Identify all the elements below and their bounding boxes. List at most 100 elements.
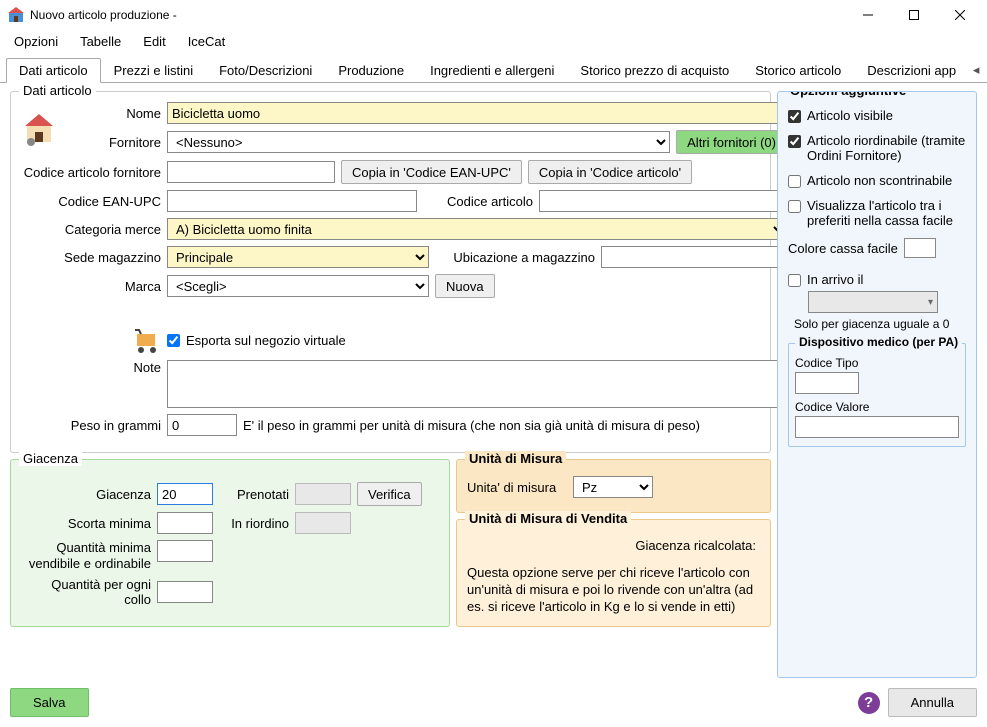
footer: Salva ? Annulla (0, 682, 987, 727)
label-preferiti: Visualizza l'articolo tra i preferiti ne… (807, 198, 966, 228)
label-codice-ean: Codice EAN-UPC (21, 194, 161, 209)
btn-nuova-marca[interactable]: Nuova (435, 274, 495, 298)
label-categoria: Categoria merce (21, 222, 161, 237)
legend-dati-articolo: Dati articolo (19, 83, 96, 98)
input-qta-collo[interactable] (157, 581, 213, 603)
input-codice-valore[interactable] (795, 416, 959, 438)
hint-peso: E' il peso in grammi per unità di misura… (243, 418, 700, 433)
legend-opzioni: Opzioni aggiuntive (786, 91, 910, 98)
menu-opzioni[interactable]: Opzioni (14, 34, 58, 49)
tabbar: Dati articolo Prezzi e listini Foto/Desc… (0, 57, 987, 83)
label-codice-valore: Codice Valore (795, 400, 959, 414)
checkbox-scontrinabile[interactable] (788, 175, 801, 188)
label-unita: Unita' di misura (467, 480, 567, 495)
legend-giacenza: Giacenza (19, 451, 82, 466)
btn-copia-ean[interactable]: Copia in 'Codice EAN-UPC' (341, 160, 522, 184)
group-dispositivo: Dispositivo medico (per PA) Codice Tipo … (788, 343, 966, 447)
label-qta-min: Quantità minima vendibile e ordinabile (21, 540, 151, 571)
input-peso[interactable] (167, 414, 237, 436)
label-sede: Sede magazzino (21, 250, 161, 265)
tab-foto[interactable]: Foto/Descrizioni (206, 58, 325, 82)
input-codice-fornitore[interactable] (167, 161, 335, 183)
minimize-button[interactable] (845, 0, 891, 30)
label-ricalcolata: Giacenza ricalcolata: (467, 538, 756, 553)
select-marca[interactable]: <Scegli> (167, 275, 429, 297)
window-title: Nuovo articolo produzione - (30, 8, 177, 22)
menubar: Opzioni Tabelle Edit IceCat (0, 30, 987, 57)
group-unita-vendita: Unità di Misura di Vendita Giacenza rica… (456, 519, 771, 627)
label-esporta: Esporta sul negozio virtuale (186, 333, 346, 348)
label-riordinabile: Articolo riordinabile (tramite Ordini Fo… (807, 133, 966, 163)
select-sede[interactable]: Principale (167, 246, 429, 268)
tab-descrizioni-app[interactable]: Descrizioni app (854, 58, 969, 82)
select-fornitore[interactable]: <Nessuno> (167, 131, 670, 153)
label-scorta: Scorta minima (21, 516, 151, 531)
tab-storico-prezzo[interactable]: Storico prezzo di acquisto (567, 58, 742, 82)
label-colore: Colore cassa facile (788, 241, 898, 256)
input-nome[interactable] (167, 102, 787, 124)
tab-scroll-left-icon[interactable]: ◂ (969, 62, 983, 78)
input-codice-tipo[interactable] (795, 372, 859, 394)
cart-icon (133, 326, 161, 354)
label-scontrinabile: Articolo non scontrinabile (807, 173, 952, 188)
label-codice-fornitore: Codice articolo fornitore (21, 165, 161, 180)
house-icon (21, 112, 57, 148)
textarea-note[interactable] (167, 360, 787, 408)
desc-unita-vendita: Questa opzione serve per chi riceve l'ar… (467, 565, 760, 616)
label-marca: Marca (21, 279, 161, 294)
tab-dati-articolo[interactable]: Dati articolo (6, 58, 101, 83)
label-prenotati: Prenotati (219, 487, 289, 502)
color-swatch[interactable] (904, 238, 936, 258)
btn-copia-codice[interactable]: Copia in 'Codice articolo' (528, 160, 692, 184)
select-categoria[interactable]: A) Bicicletta uomo finita (167, 218, 787, 240)
menu-icecat[interactable]: IceCat (188, 34, 226, 49)
input-qta-min[interactable] (157, 540, 213, 562)
tab-prezzi[interactable]: Prezzi e listini (101, 58, 206, 82)
input-ubicazione[interactable] (601, 246, 787, 268)
group-giacenza: Giacenza Giacenza Prenotati Verifica Sco… (10, 459, 450, 627)
label-arrivo: In arrivo il (807, 272, 863, 287)
btn-annulla[interactable]: Annulla (888, 688, 977, 717)
btn-salva[interactable]: Salva (10, 688, 89, 717)
group-dati-articolo: Dati articolo Nome Fornitore <Nessuno> A… (10, 91, 771, 453)
select-unita[interactable]: Pz (573, 476, 653, 498)
checkbox-esporta[interactable] (167, 334, 180, 347)
legend-unita: Unità di Misura (465, 451, 566, 466)
checkbox-preferiti[interactable] (788, 200, 801, 213)
label-qta-collo: Quantità per ogni collo (21, 577, 151, 607)
menu-edit[interactable]: Edit (143, 34, 165, 49)
app-icon (8, 7, 24, 23)
tab-produzione[interactable]: Produzione (325, 58, 417, 82)
checkbox-arrivo[interactable] (788, 274, 801, 287)
menu-tabelle[interactable]: Tabelle (80, 34, 121, 49)
chevron-down-icon: ▾ (928, 297, 933, 308)
label-note: Note (21, 360, 161, 375)
label-giacenza: Giacenza (21, 487, 151, 502)
input-giacenza[interactable] (157, 483, 213, 505)
group-unita: Unità di Misura Unita' di misura Pz (456, 459, 771, 513)
input-codice-articolo[interactable] (539, 190, 787, 212)
label-visibile: Articolo visibile (807, 108, 893, 123)
input-codice-ean[interactable] (167, 190, 417, 212)
btn-altri-fornitori[interactable]: Altri fornitori (0) (676, 130, 787, 154)
btn-verifica[interactable]: Verifica (357, 482, 422, 506)
close-button[interactable] (937, 0, 983, 30)
maximize-button[interactable] (891, 0, 937, 30)
input-prenotati (295, 483, 351, 505)
checkbox-visibile[interactable] (788, 110, 801, 123)
legend-dispositivo: Dispositivo medico (per PA) (795, 335, 962, 349)
label-peso: Peso in grammi (21, 418, 161, 433)
input-scorta[interactable] (157, 512, 213, 534)
tab-storico-articolo[interactable]: Storico articolo (742, 58, 854, 82)
checkbox-riordinabile[interactable] (788, 135, 801, 148)
titlebar: Nuovo articolo produzione - (0, 0, 987, 30)
group-opzioni: Opzioni aggiuntive Articolo visibile Art… (777, 91, 977, 678)
date-arrivo[interactable]: ▾ (808, 291, 938, 313)
help-icon[interactable]: ? (858, 692, 880, 714)
input-riordino (295, 512, 351, 534)
label-riordino: In riordino (219, 516, 289, 531)
tab-ingredienti[interactable]: Ingredienti e allergeni (417, 58, 567, 82)
note-solo-giacenza: Solo per giacenza uguale a 0 (794, 317, 966, 331)
label-codice-articolo: Codice articolo (423, 194, 533, 209)
label-ubicazione: Ubicazione a magazzino (435, 250, 595, 265)
